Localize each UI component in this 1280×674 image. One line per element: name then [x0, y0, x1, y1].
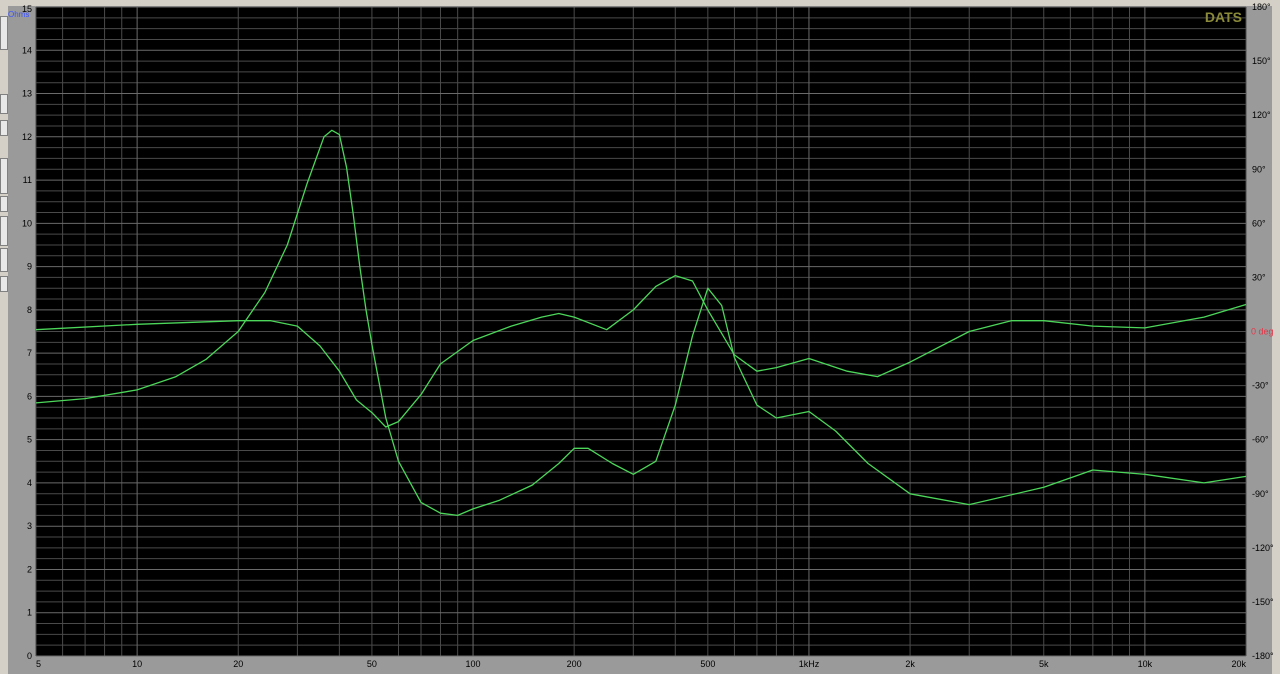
right-y-tick-label: 30°	[1252, 272, 1266, 282]
left-y-tick-label: 0	[27, 651, 32, 661]
left-y-tick-label: 6	[27, 391, 32, 401]
right-y-tick-label: -30°	[1252, 381, 1269, 391]
left-y-tick-label: 13	[22, 89, 32, 99]
left-y-tick-label: 9	[27, 262, 32, 272]
right-y-tick-label: 60°	[1252, 218, 1266, 228]
x-tick-label: 20	[233, 659, 243, 669]
left-y-tick-label: 1	[27, 608, 32, 618]
dats-watermark: DATS	[1205, 9, 1242, 25]
minor-gridlines	[35, 7, 1247, 656]
left-y-tick-label: 4	[27, 478, 32, 488]
right-y-tick-label: 150°	[1252, 56, 1271, 66]
left-y-tick-label: 12	[22, 132, 32, 142]
x-tick-label: 5k	[1039, 659, 1049, 669]
left-y-tick-label: 5	[27, 435, 32, 445]
right-y-tick-label: -180°	[1252, 651, 1274, 661]
x-tick-label: 1kHz	[799, 659, 820, 669]
left-y-tick-label: 8	[27, 305, 32, 315]
x-tick-label: 50	[367, 659, 377, 669]
right-y-tick-label: 90°	[1252, 164, 1266, 174]
degree-axis-label: 0 deg	[1251, 327, 1274, 337]
x-tick-label: 200	[567, 659, 582, 669]
left-y-tick-label: 14	[22, 45, 32, 55]
left-y-tick-label: 7	[27, 348, 32, 358]
impedance-phase-chart: 5 10 20 50 100 200 500 1kHz 2k 5k 10k 20k0123456789…	[8, 2, 1274, 669]
right-y-tick-label: 180°	[1252, 2, 1271, 12]
right-y-tick-label: -60°	[1252, 435, 1269, 445]
right-y-tick-label: 120°	[1252, 110, 1271, 120]
left-y-tick-label: 11	[23, 175, 32, 185]
x-tick-label: 2k	[905, 659, 915, 669]
ohms-axis-label: Ohms	[8, 10, 29, 19]
x-tick-label: 500	[700, 659, 715, 669]
x-tick-label: 10	[132, 659, 142, 669]
left-y-tick-label: 10	[22, 218, 32, 228]
right-y-tick-label: -120°	[1252, 543, 1274, 553]
right-y-tick-label: -90°	[1252, 489, 1269, 499]
right-y-tick-label: -150°	[1252, 597, 1274, 607]
x-tick-label: 20k	[1231, 659, 1246, 669]
x-tick-label: 10k	[1138, 659, 1153, 669]
x-tick-label: 5	[36, 659, 41, 669]
left-y-tick-label: 2	[27, 564, 32, 574]
x-tick-label: 100	[466, 659, 481, 669]
left-y-tick-label: 3	[27, 521, 32, 531]
